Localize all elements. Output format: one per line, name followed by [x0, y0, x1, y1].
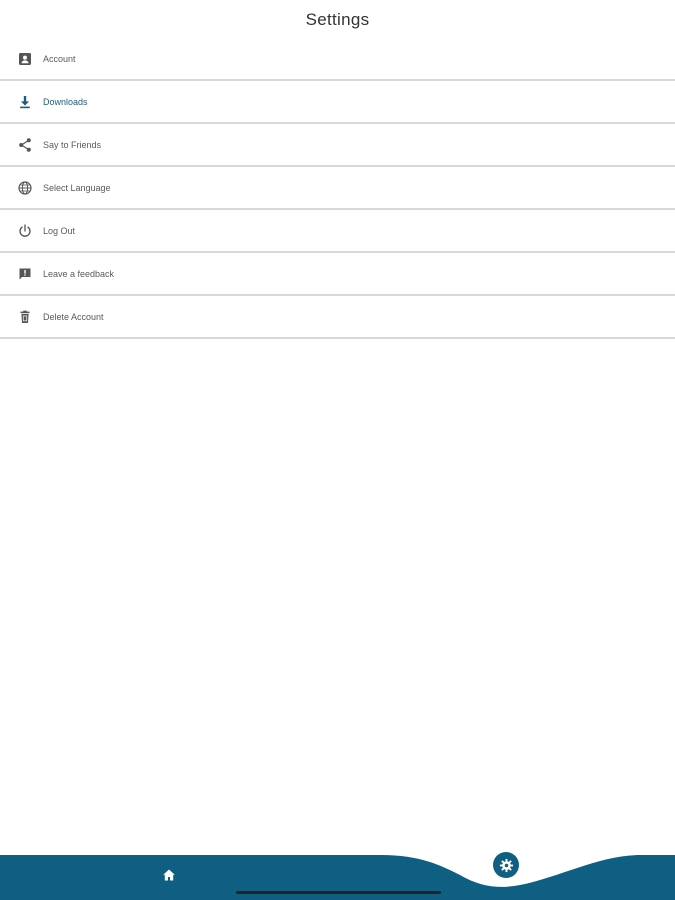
home-icon — [163, 869, 175, 881]
gear-icon — [499, 858, 513, 872]
home-indicator[interactable] — [236, 891, 441, 894]
menu-item-downloads[interactable]: Downloads — [0, 81, 675, 124]
trash-icon — [17, 309, 33, 325]
menu-item-leave-feedback[interactable]: Leave a feedback — [0, 253, 675, 296]
menu-item-select-language[interactable]: Select Language — [0, 167, 675, 210]
menu-item-label: Select Language — [43, 182, 111, 193]
feedback-icon — [17, 266, 33, 282]
nav-home-button[interactable] — [160, 866, 178, 884]
bottom-navigation-bar — [0, 852, 675, 900]
download-icon — [17, 94, 33, 110]
page-title: Settings — [305, 10, 370, 29]
menu-item-label: Say to Friends — [43, 139, 102, 150]
menu-item-label: Account — [43, 53, 76, 64]
menu-item-say-to-friends[interactable]: Say to Friends — [0, 124, 675, 167]
top-bar: Settings — [0, 0, 675, 38]
menu-item-account[interactable]: Account — [0, 38, 675, 81]
menu-item-log-out[interactable]: Log Out — [0, 210, 675, 253]
share-icon — [17, 137, 33, 153]
menu-item-label: Delete Account — [43, 311, 104, 322]
account-box-icon — [17, 51, 33, 67]
menu-item-label: Log Out — [43, 225, 76, 236]
menu-item-delete-account[interactable]: Delete Account — [0, 296, 675, 339]
power-icon — [17, 223, 33, 239]
settings-menu: Account Downloads Say to Friends Select … — [0, 38, 675, 339]
nav-settings-button[interactable] — [493, 852, 519, 878]
menu-item-label: Leave a feedback — [43, 268, 115, 279]
globe-icon — [17, 180, 33, 196]
menu-item-label: Downloads — [43, 96, 88, 107]
